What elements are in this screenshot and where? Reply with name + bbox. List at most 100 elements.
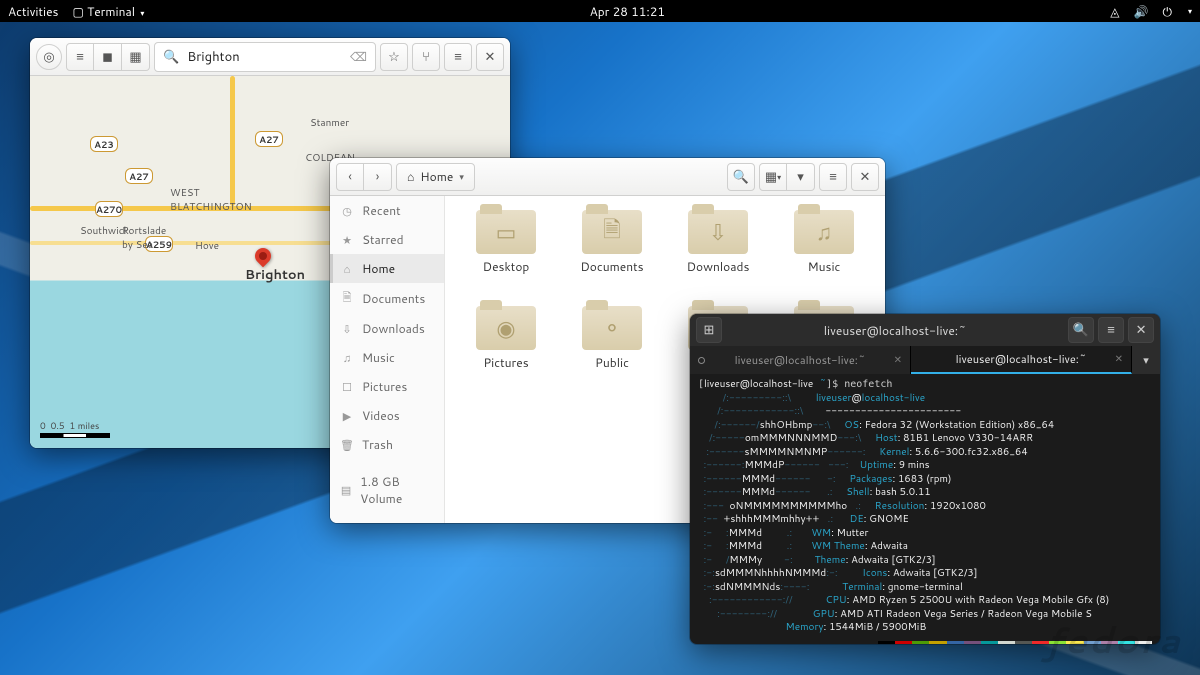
clear-search-icon[interactable]: ⌫: [350, 48, 367, 65]
sidebar-item-music[interactable]: ♫ Music: [330, 343, 444, 372]
nav-back-button[interactable]: ‹: [336, 163, 364, 191]
sidebar-item-1-8-gb-volume[interactable]: ▤1.8 GB Volume: [330, 467, 444, 513]
clock-label[interactable]: Apr 28 11:21: [590, 3, 665, 20]
files-menu-button[interactable]: ≡: [819, 163, 847, 191]
nav-forward-button[interactable]: ›: [364, 163, 392, 191]
sidebar-item-documents[interactable]: 🗎 Documents: [330, 283, 444, 314]
road-shield: A23: [90, 136, 118, 152]
place-label: Hove: [195, 239, 219, 253]
sidebar-item-icon: ♫: [340, 350, 354, 366]
sidebar-item-recent[interactable]: ◷Recent: [330, 196, 444, 225]
tab-indicator-icon: [698, 357, 705, 364]
tab-close-icon[interactable]: ✕: [894, 353, 902, 367]
place-label-main: Brighton: [245, 266, 305, 284]
sidebar-item-label: Downloads: [362, 320, 425, 337]
terminal-window: ⊞ liveuser@localhost-live:~ 🔍 ≡ ✕ liveus…: [690, 314, 1160, 644]
terminal-tab[interactable]: liveuser@localhost-live:~ ✕: [690, 346, 911, 374]
road-shield: A270: [95, 201, 123, 217]
files-close-button[interactable]: ✕: [851, 163, 879, 191]
terminal-search-button[interactable]: 🔍: [1068, 317, 1094, 343]
appmenu-label: Terminal: [87, 3, 135, 20]
files-search-button[interactable]: 🔍: [727, 163, 755, 191]
terminal-tabbar: liveuser@localhost-live:~ ✕ liveuser@loc…: [690, 346, 1160, 374]
systemmenu-chevron-icon[interactable]: ▾: [1188, 5, 1192, 17]
sidebar-item-pictures[interactable]: ☐Pictures: [330, 372, 444, 401]
network-icon[interactable]: ◬: [1110, 3, 1119, 20]
terminal-titlebar: ⊞ liveuser@localhost-live:~ 🔍 ≡ ✕: [690, 314, 1160, 346]
gnome-topbar: Activities ▢ Terminal ▾ Apr 28 11:21 ◬ 🔊…: [0, 0, 1200, 22]
terminal-output[interactable]: [liveuser@localhost-live ~]$ neofetch /:…: [690, 374, 1160, 644]
layers-button[interactable]: ≡: [66, 43, 94, 71]
sidebar-item-icon: ▤: [340, 482, 352, 498]
map-pin-icon[interactable]: [252, 245, 275, 268]
sidebar-item-downloads[interactable]: ⇩ Downloads: [330, 314, 444, 343]
terminal-menu-button[interactable]: ≡: [1098, 317, 1124, 343]
tab-dropdown-button[interactable]: ▾: [1132, 346, 1160, 374]
geolocate-button[interactable]: ◎: [36, 44, 62, 70]
distro-watermark: fedora: [1046, 614, 1182, 665]
road-shield: A27: [125, 168, 153, 184]
sidebar-item-icon: ⌂: [340, 261, 354, 277]
map-scale: 0 0.5 1 miles: [40, 419, 110, 438]
sidebar-item-label: Anaconda: [362, 519, 416, 523]
sidebar-item-label: Recent: [362, 202, 401, 219]
folder-icon: ♫: [794, 210, 854, 254]
folder-public[interactable]: ⚬ Public: [561, 306, 663, 396]
folder-music[interactable]: ♫Music: [773, 210, 875, 300]
maps-search-input[interactable]: 🔍 Brighton ⌫: [154, 42, 376, 72]
favorite-button[interactable]: ☆: [380, 43, 408, 71]
power-icon[interactable]: ⏻: [1162, 3, 1172, 20]
folder-label: Public: [595, 354, 629, 371]
terminal-tab-active[interactable]: liveuser@localhost-live:~ ✕: [911, 346, 1132, 374]
view-grid-button[interactable]: ▦▾: [759, 163, 787, 191]
folder-icon: ⚬: [582, 306, 642, 350]
appmenu-button[interactable]: ▢ Terminal ▾: [73, 3, 145, 20]
view-satellite-button[interactable]: ▦: [122, 43, 150, 71]
sidebar-item-icon: ▤: [340, 520, 354, 524]
tab-close-icon[interactable]: ✕: [1115, 352, 1123, 366]
sidebar-item-icon: 🗎: [340, 289, 354, 308]
route-button[interactable]: ⑂: [412, 43, 440, 71]
sidebar-item-trash[interactable]: 🗑Trash: [330, 430, 444, 459]
sidebar-item-home[interactable]: ⌂ Home: [330, 254, 444, 283]
folder-downloads[interactable]: ⇩Downloads: [667, 210, 769, 300]
terminal-title: liveuser@localhost-live:~: [824, 322, 967, 339]
place-label: WEST BLATCHINGTON: [170, 186, 252, 214]
folder-label: Pictures: [483, 354, 528, 371]
terminal-close-button[interactable]: ✕: [1128, 317, 1154, 343]
volume-icon[interactable]: 🔊: [1134, 3, 1149, 20]
tab-label: liveuser@localhost-live:~: [956, 351, 1087, 367]
maps-menu-button[interactable]: ≡: [444, 43, 472, 71]
activities-button[interactable]: Activities: [8, 3, 59, 20]
sidebar-item-label: Videos: [362, 407, 400, 424]
folder-label: Downloads: [687, 258, 750, 275]
sidebar-item-label: Home: [362, 260, 395, 277]
sidebar-item-label: Documents: [362, 290, 425, 307]
tab-label: liveuser@localhost-live:~: [735, 352, 866, 368]
sidebar-item-starred[interactable]: ★ Starred: [330, 225, 444, 254]
maps-close-button[interactable]: ✕: [476, 43, 504, 71]
maps-titlebar: ◎ ≡ ◼ ▦ 🔍 Brighton ⌫ ☆ ⑂ ≡ ✕: [30, 38, 510, 76]
folder-documents[interactable]: 🗎Documents: [561, 210, 663, 300]
sidebar-item-label: Pictures: [362, 378, 407, 395]
chevron-down-icon[interactable]: ▾: [459, 170, 464, 183]
new-tab-button[interactable]: ⊞: [696, 317, 722, 343]
path-label: Home: [420, 168, 453, 185]
road-shield: A27: [255, 131, 283, 147]
sidebar-item-label: Starred: [362, 231, 404, 248]
sidebar-item-videos[interactable]: ▶Videos: [330, 401, 444, 430]
sidebar-item-icon: ⇩: [340, 321, 354, 337]
view-map-button[interactable]: ◼: [94, 43, 122, 71]
files-sidebar: ◷Recent ★ Starred ⌂ Home 🗎 Documents ⇩ Downloads…: [330, 196, 445, 523]
sidebar-item-icon: 🗑: [340, 437, 354, 453]
sidebar-item-anaconda[interactable]: ▤ Anaconda: [330, 513, 444, 523]
folder-desktop[interactable]: ▭Desktop: [455, 210, 557, 300]
home-icon: ⌂: [407, 168, 414, 185]
sidebar-item-icon: ★: [340, 232, 354, 248]
path-bar[interactable]: ⌂ Home ▾: [396, 163, 475, 191]
folder-icon: ◉: [476, 306, 536, 350]
folder-pictures[interactable]: ◉ Pictures: [455, 306, 557, 396]
view-options-button[interactable]: ▾: [787, 163, 815, 191]
sidebar-item-label: Music: [362, 349, 395, 366]
files-titlebar: ‹ › ⌂ Home ▾ 🔍 ▦▾ ▾ ≡ ✕: [330, 158, 885, 196]
